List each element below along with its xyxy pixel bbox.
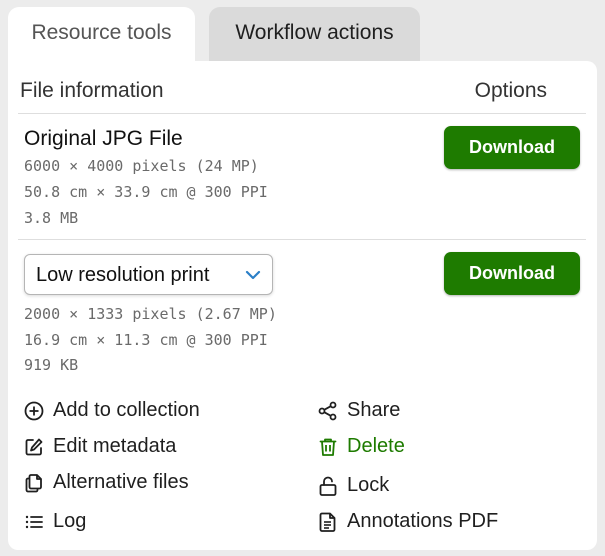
variant-pixels: 2000 × 1333 pixels (2.67 MP) (24, 305, 277, 323)
size-select[interactable]: Low resolution print (24, 254, 273, 295)
delete-action[interactable]: Delete (317, 435, 405, 458)
variant-size: 919 KB (24, 356, 79, 374)
lock-label: Lock (347, 474, 390, 496)
unlock-icon (319, 476, 337, 496)
download-variant-button[interactable]: Download (444, 252, 580, 295)
options-header: Options (474, 79, 547, 102)
share-action[interactable]: Share (317, 399, 400, 422)
original-dimensions: 50.8 cm × 33.9 cm @ 300 PPI (24, 183, 268, 201)
lock-action[interactable]: Lock (317, 474, 389, 497)
row-divider (18, 239, 586, 240)
download-original-button[interactable]: Download (444, 126, 580, 169)
tab-workflow-actions-label: Workflow actions (235, 21, 394, 44)
share-label: Share (347, 399, 401, 421)
resource-tools-panel: File information Options Original JPG Fi… (8, 61, 597, 550)
original-pixels: 6000 × 4000 pixels (24 MP) (24, 157, 259, 175)
chevron-down-icon (245, 270, 261, 280)
trash-icon (319, 438, 337, 456)
add-to-collection-action[interactable]: Add to collection (23, 399, 200, 422)
delete-label: Delete (347, 435, 405, 457)
size-select-value: Low resolution print (36, 264, 210, 286)
list-icon (25, 515, 43, 528)
tab-resource-tools[interactable]: Resource tools (8, 7, 195, 63)
edit-icon (25, 438, 43, 455)
tab-workflow-actions[interactable]: Workflow actions (209, 7, 420, 63)
log-label: Log (53, 510, 87, 532)
add-to-collection-label: Add to collection (53, 399, 200, 421)
original-file-title: Original JPG File (24, 127, 183, 150)
plus-circle-icon (24, 401, 44, 420)
annotations-pdf-label: Annotations PDF (347, 510, 499, 532)
share-icon (318, 401, 337, 420)
original-size: 3.8 MB (24, 209, 79, 227)
document-icon (319, 512, 336, 532)
edit-metadata-label: Edit metadata (53, 435, 177, 457)
tab-resource-tools-label: Resource tools (31, 21, 172, 44)
annotations-pdf-action[interactable]: Annotations PDF (317, 510, 498, 533)
log-action[interactable]: Log (23, 510, 86, 533)
edit-metadata-action[interactable]: Edit metadata (23, 435, 176, 458)
file-information-header: File information (20, 79, 164, 102)
variant-dimensions: 16.9 cm × 11.3 cm @ 300 PPI (24, 331, 268, 349)
header-divider (18, 113, 586, 114)
files-icon (25, 473, 42, 492)
alternative-files-action[interactable]: Alternative files (23, 471, 189, 494)
alternative-files-label: Alternative files (53, 471, 189, 493)
